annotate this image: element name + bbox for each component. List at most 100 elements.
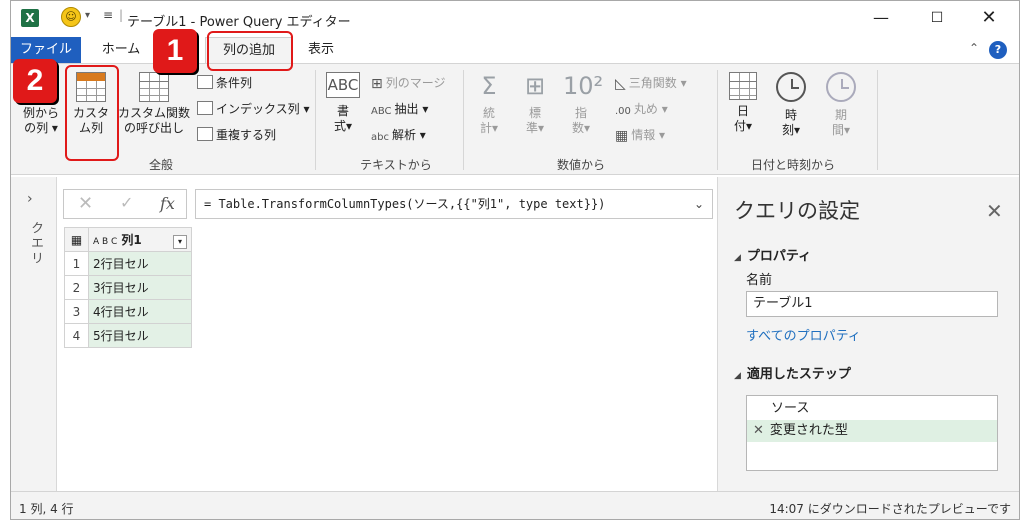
duplicate-column-icon: [197, 127, 213, 141]
collapse-triangle-icon: ◢: [734, 253, 741, 263]
delete-step-icon[interactable]: ✕: [753, 423, 764, 438]
tab-view[interactable]: 表示: [301, 37, 341, 63]
expand-formula-icon[interactable]: ⌄: [694, 190, 704, 218]
cancel-icon[interactable]: ✕: [78, 193, 93, 214]
qat-customize-icon[interactable]: ≡: [103, 8, 113, 22]
settings-title: クエリの設定: [734, 199, 860, 223]
formula-input[interactable]: = Table.TransformColumnTypes(ソース,{{"列1",…: [195, 189, 713, 219]
qat-dropdown-icon[interactable]: ▾: [85, 10, 90, 21]
table-row[interactable]: 1 2行目セル: [64, 251, 192, 276]
conditional-column-icon: [197, 75, 213, 89]
row-number: 4: [64, 323, 89, 348]
standard-operators-icon: ⊞: [524, 72, 546, 100]
title-separator: |: [119, 8, 124, 22]
text-type-icon[interactable]: A B C: [93, 237, 117, 247]
smiley-feedback-icon[interactable]: ☺: [61, 7, 81, 27]
table-cell[interactable]: 2行目セル: [88, 251, 192, 276]
information-button[interactable]: ▦ 情報 ▾: [615, 126, 665, 144]
minimize-button[interactable]: —: [863, 5, 899, 31]
statistics-button[interactable]: Σ 統 計▾: [471, 72, 507, 136]
index-column-icon: [197, 101, 213, 115]
text-abc-icon: ABC: [326, 72, 360, 98]
maximize-button[interactable]: ☐: [919, 5, 955, 31]
calendar-icon: [729, 72, 757, 100]
excel-icon: X: [21, 9, 39, 27]
table-cell[interactable]: 4行目セル: [88, 299, 192, 324]
index-column-button[interactable]: インデックス列 ▾: [197, 100, 309, 117]
group-label-text: テキストから: [360, 158, 432, 172]
status-bar: 1 列, 4 行 14:07 にダウンロードされたプレビューです: [11, 491, 1019, 519]
scientific-button[interactable]: 10² 指 数▾: [563, 72, 604, 136]
invoke-custom-function-button[interactable]: カスタム関数 の呼び出し: [117, 72, 191, 136]
rounding-icon: .00: [615, 106, 631, 117]
format-button[interactable]: ABC 書 式▾: [323, 72, 363, 134]
parse-abc-icon: abc: [371, 132, 389, 143]
information-icon: ▦: [615, 128, 629, 144]
collapse-triangle-icon: ◢: [734, 371, 741, 381]
query-settings-pane: クエリの設定 ✕ ◢ プロパティ 名前 テーブル1 すべてのプロパティ ◢ 適用した…: [717, 177, 1019, 491]
ribbon-separator: [315, 70, 316, 170]
collapse-ribbon-icon[interactable]: ⌃: [969, 41, 979, 55]
clock-icon: [776, 72, 806, 102]
rounding-button[interactable]: .00 丸め ▾: [615, 100, 668, 117]
merge-columns-icon: ⊞: [371, 76, 383, 92]
duration-button[interactable]: 期 間▾: [823, 72, 859, 138]
highlight-custom-column: [65, 65, 119, 161]
fx-icon[interactable]: fx: [160, 194, 175, 213]
all-properties-link[interactable]: すべてのプロパティ: [746, 325, 861, 344]
name-label: 名前: [746, 273, 773, 288]
stopwatch-icon: [826, 72, 856, 102]
table-row[interactable]: 3 4行目セル: [64, 299, 192, 324]
step-item[interactable]: ソース: [747, 398, 997, 420]
column-header[interactable]: A B C 列1 ▾: [88, 227, 192, 252]
standard-button[interactable]: ⊞ 標 準▾: [517, 72, 553, 136]
data-grid: ▦ A B C 列1 ▾ 1 2行目セル 2 3行目セル 3 4行目セル 4 5行…: [64, 227, 192, 348]
applied-steps-section[interactable]: ◢ 適用したステップ: [734, 363, 851, 382]
sigma-icon: Σ: [481, 72, 497, 100]
trigonometry-button[interactable]: ◺ 三角関数 ▾: [615, 74, 687, 92]
annotation-badge-1: 1: [153, 29, 197, 73]
applied-steps-list: ソース ✕ 変更された型: [746, 395, 998, 471]
query-name-input[interactable]: テーブル1: [746, 291, 998, 317]
help-icon[interactable]: ?: [989, 41, 1007, 59]
grid-header-row: ▦ A B C 列1 ▾: [64, 227, 192, 252]
highlight-add-column-tab: [207, 31, 293, 71]
time-button[interactable]: 時 刻▾: [773, 72, 809, 138]
queries-label[interactable]: クエリ: [26, 221, 45, 266]
filter-dropdown-icon[interactable]: ▾: [173, 234, 187, 249]
group-label-datetime: 日付と時刻から: [750, 158, 835, 172]
group-label-number: 数値から: [556, 158, 605, 172]
close-settings-icon[interactable]: ✕: [986, 199, 1003, 223]
status-preview-time: 14:07 にダウンロードされたプレビューです: [769, 502, 1011, 516]
power-query-window: X ☺ ▾ ≡ | テーブル1 - Power Query エディター — ☐ …: [10, 0, 1020, 520]
confirm-icon[interactable]: ✓: [120, 193, 133, 212]
ribbon-separator: [877, 70, 878, 170]
close-window-button[interactable]: ✕: [971, 5, 1007, 31]
properties-section[interactable]: ◢ プロパティ: [734, 245, 811, 264]
ribbon-separator: [463, 70, 464, 170]
table-row[interactable]: 4 5行目セル: [64, 323, 192, 348]
duplicate-column-button[interactable]: 重複する列: [197, 126, 276, 143]
parse-button[interactable]: abc 解析 ▾: [371, 126, 426, 143]
conditional-column-button[interactable]: 条件列: [197, 74, 252, 91]
table-menu-icon[interactable]: ▦: [64, 227, 89, 252]
formula-text: = Table.TransformColumnTypes(ソース,{{"列1",…: [204, 197, 606, 211]
step-item-selected[interactable]: ✕ 変更された型: [747, 420, 997, 442]
expand-queries-icon[interactable]: ›: [27, 191, 33, 207]
triangle-icon: ◺: [615, 76, 626, 92]
date-button[interactable]: 日 付▾: [725, 72, 761, 134]
table-row[interactable]: 2 3行目セル: [64, 275, 192, 300]
tab-home[interactable]: ホーム: [91, 37, 151, 63]
table-cell[interactable]: 3行目セル: [88, 275, 192, 300]
queries-pane: › クエリ: [11, 177, 57, 491]
status-row-col-count: 1 列, 4 行: [19, 502, 74, 516]
row-number: 3: [64, 299, 89, 324]
exponent-icon: 10²: [563, 72, 604, 100]
window-title: テーブル1 - Power Query エディター: [127, 15, 351, 30]
merge-columns-button[interactable]: ⊞ 列のマージ: [371, 74, 446, 92]
group-label-general: 全般: [148, 158, 173, 172]
function-table-icon: [139, 72, 169, 102]
annotation-badge-2: 2: [13, 59, 57, 103]
extract-button[interactable]: ABC 抽出 ▾: [371, 100, 428, 117]
table-cell[interactable]: 5行目セル: [88, 323, 192, 348]
